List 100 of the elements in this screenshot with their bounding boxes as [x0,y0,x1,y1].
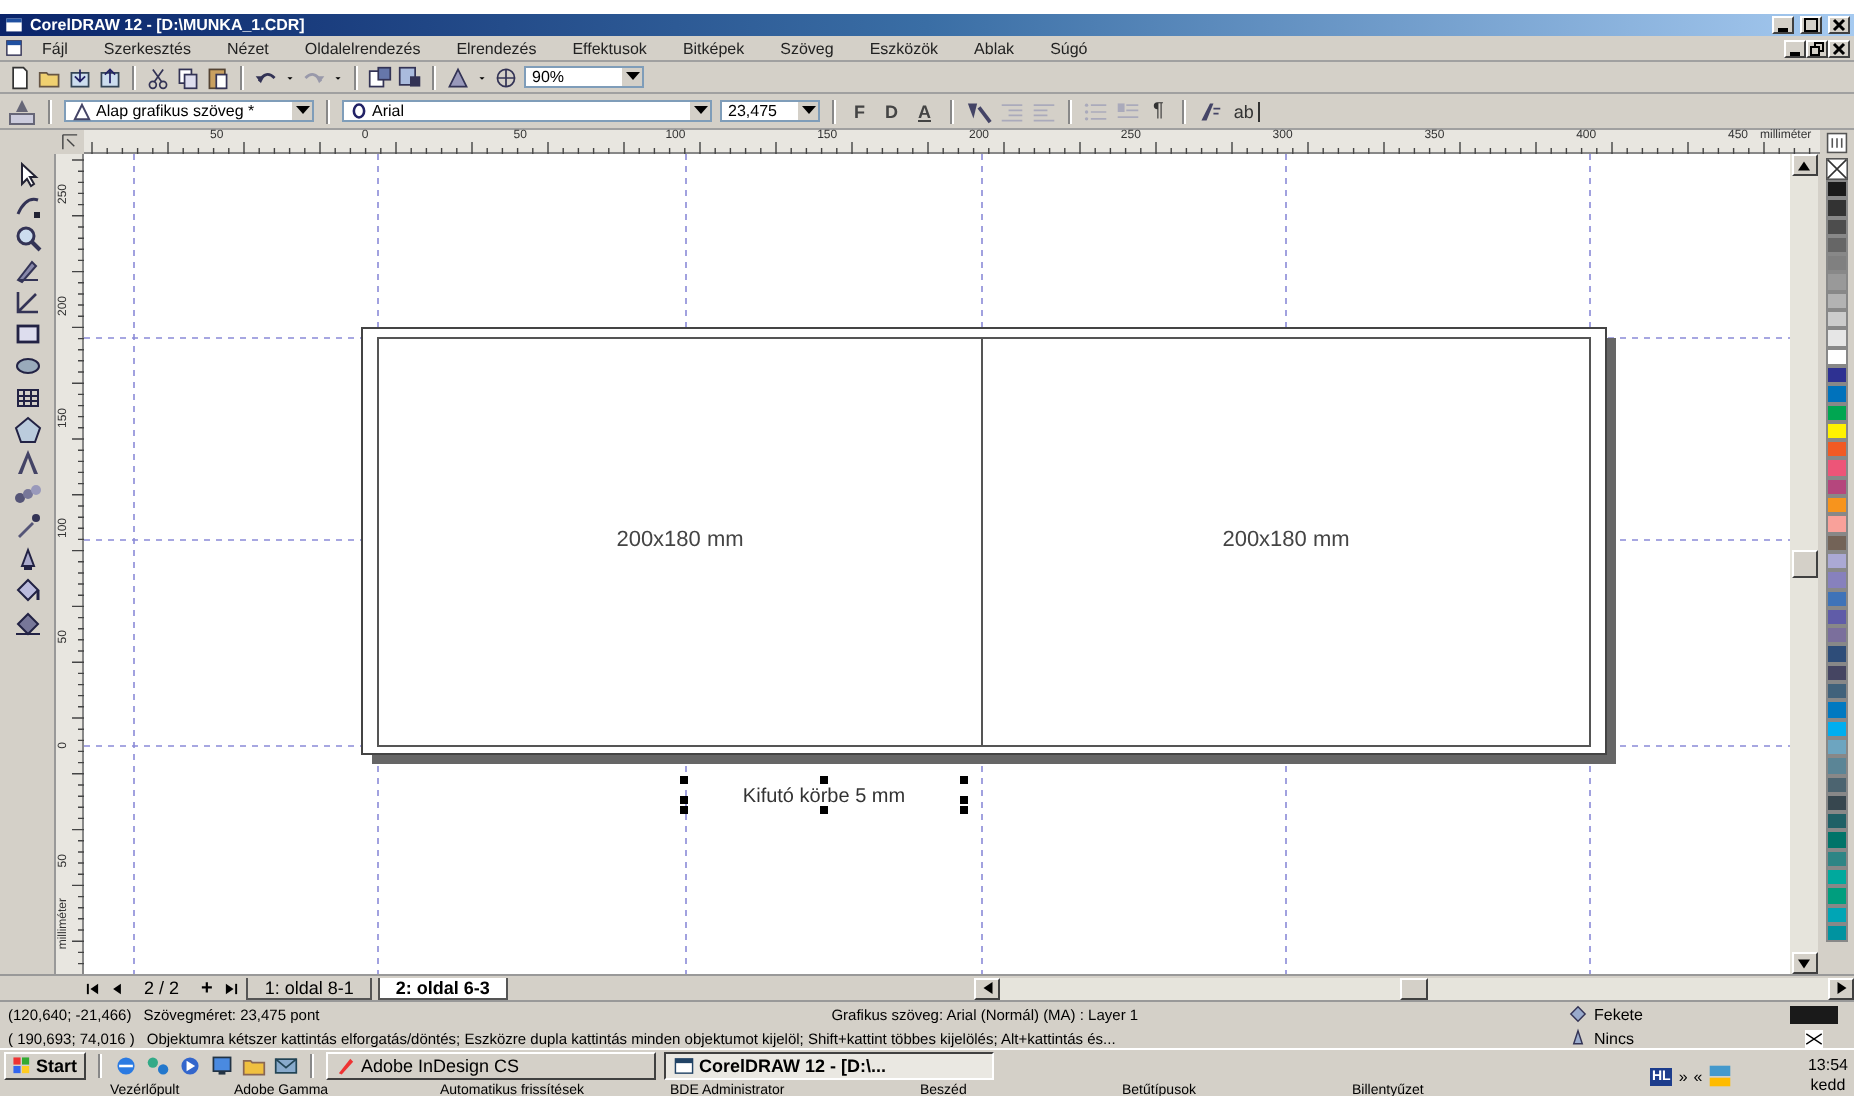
scissors-icon[interactable] [146,65,170,89]
page-tab[interactable]: 1: oldal 8-1 [246,977,372,999]
selection-handle[interactable] [680,796,688,804]
restore-button[interactable] [1806,39,1828,57]
menu-item[interactable]: Effektusok [554,39,665,57]
color-swatch[interactable] [1825,830,1847,850]
scroll-right-button[interactable] [1828,977,1854,999]
color-swatch[interactable] [1825,700,1847,720]
color-swatch[interactable] [1825,458,1847,478]
document-icon[interactable] [4,38,24,58]
blend-icon[interactable] [13,480,41,508]
new-page-icon[interactable] [8,65,32,89]
selection-handle[interactable] [680,776,688,784]
color-swatch[interactable] [1825,812,1847,831]
start-button[interactable]: Start [4,1051,86,1079]
selection-handle[interactable] [680,806,688,814]
taskbar-button[interactable]: Adobe InDesign CS [325,1051,656,1079]
selection-handle[interactable] [960,806,968,814]
color-swatch[interactable] [1825,440,1847,459]
scroll-left-button[interactable] [974,977,1000,999]
font-size-dropdown[interactable]: 23,475 [720,100,820,122]
color-swatch[interactable] [1825,849,1847,868]
color-swatch[interactable] [1825,867,1847,887]
scroll-thumb[interactable] [1791,550,1817,578]
size-label[interactable]: 200x180 mm [616,528,744,552]
menu-item[interactable]: Fájl [24,39,86,57]
color-swatch[interactable] [1825,291,1847,311]
scroll-up-button[interactable] [1791,154,1817,176]
menu-item[interactable]: Nézet [208,39,287,57]
menu-item[interactable]: Oldalelrendezés [286,39,439,57]
color-swatch[interactable] [1825,737,1847,757]
zoom-dropdown[interactable]: 90% [524,66,644,88]
color-swatch[interactable] [1825,775,1847,794]
selection-handle[interactable] [960,796,968,804]
color-swatch[interactable] [1825,365,1847,385]
color-swatch[interactable] [1825,793,1847,813]
color-swatch[interactable] [1825,644,1847,664]
polygon-icon[interactable] [13,416,41,444]
shape-node-icon[interactable] [13,192,41,220]
color-swatch[interactable] [1825,328,1847,348]
minimize-button[interactable] [1772,16,1794,34]
color-swatch[interactable] [1825,886,1847,906]
magnifier-icon[interactable] [13,224,41,252]
pen-icon[interactable] [13,256,41,284]
horizontal-ruler[interactable] [84,130,1820,154]
color-swatch[interactable] [1825,682,1847,701]
underline-button[interactable]: A [912,101,937,121]
fill-swatch[interactable] [1790,1005,1838,1023]
color-swatch[interactable] [1825,626,1847,645]
mail-icon[interactable] [273,1053,298,1077]
desktop-icon[interactable] [209,1053,234,1077]
grid-icon[interactable] [13,384,41,412]
menu-item[interactable]: Elrendezés [438,39,555,57]
selection-handle[interactable] [960,776,968,784]
close-button[interactable] [1828,16,1850,34]
menu-item[interactable]: Eszközök [851,39,957,57]
color-swatch[interactable] [1825,272,1847,292]
maximize-button[interactable] [1800,16,1822,34]
style-dropdown[interactable]: Alap grafikus szöveg * [64,100,314,122]
color-swatch[interactable] [1825,496,1847,515]
edit-text-button[interactable]: ab [1229,101,1260,121]
toolbar-overflow-button[interactable]: » [1678,1067,1688,1085]
selection-handle[interactable] [820,806,828,814]
selection-handle[interactable] [820,776,828,784]
color-swatch[interactable] [1825,607,1847,627]
media-player-icon[interactable] [177,1053,202,1077]
last-page-icon[interactable] [222,979,241,997]
scroll-thumb[interactable] [1400,977,1428,999]
color-swatch[interactable] [1825,254,1847,273]
color-swatch[interactable] [1825,180,1847,199]
page-tab[interactable]: 2: oldal 6-3 [377,977,508,999]
show-hidden-icons-button[interactable]: « [1693,1067,1703,1085]
menu-item[interactable]: Bitképek [664,39,763,57]
color-swatch[interactable] [1825,477,1847,497]
color-swatch[interactable] [1825,235,1847,255]
taskbar-button[interactable]: CorelDRAW 12 - [D:\... [663,1051,994,1079]
close-button[interactable] [1828,39,1850,57]
color-swatch[interactable] [1825,384,1847,404]
selected-text[interactable]: Kifutó körbe 5 mm [742,786,906,808]
rectangle-icon[interactable] [13,320,41,348]
color-swatch[interactable] [1825,217,1847,236]
ellipse-icon[interactable] [13,352,41,380]
first-page-icon[interactable] [84,979,102,997]
menu-item[interactable]: Súgó [1032,39,1106,57]
color-swatch[interactable] [1825,514,1847,534]
color-swatch[interactable] [1825,923,1847,943]
color-swatch[interactable] [1825,403,1847,422]
color-swatch[interactable] [1825,570,1847,590]
color-swatch[interactable] [1825,310,1847,329]
no-color-swatch-icon[interactable] [1825,158,1847,180]
vertical-ruler[interactable] [56,154,84,974]
color-swatch[interactable] [1825,663,1847,683]
ruler-grid-icon[interactable] [1826,132,1848,154]
font-dropdown[interactable]: Arial [342,100,712,122]
color-swatch[interactable] [1825,421,1847,441]
menu-item[interactable]: Szerkesztés [85,39,209,57]
color-swatch[interactable] [1825,551,1847,571]
menu-item[interactable]: Ablak [956,39,1033,57]
color-swatch[interactable] [1825,756,1847,775]
color-swatch[interactable] [1825,589,1847,608]
